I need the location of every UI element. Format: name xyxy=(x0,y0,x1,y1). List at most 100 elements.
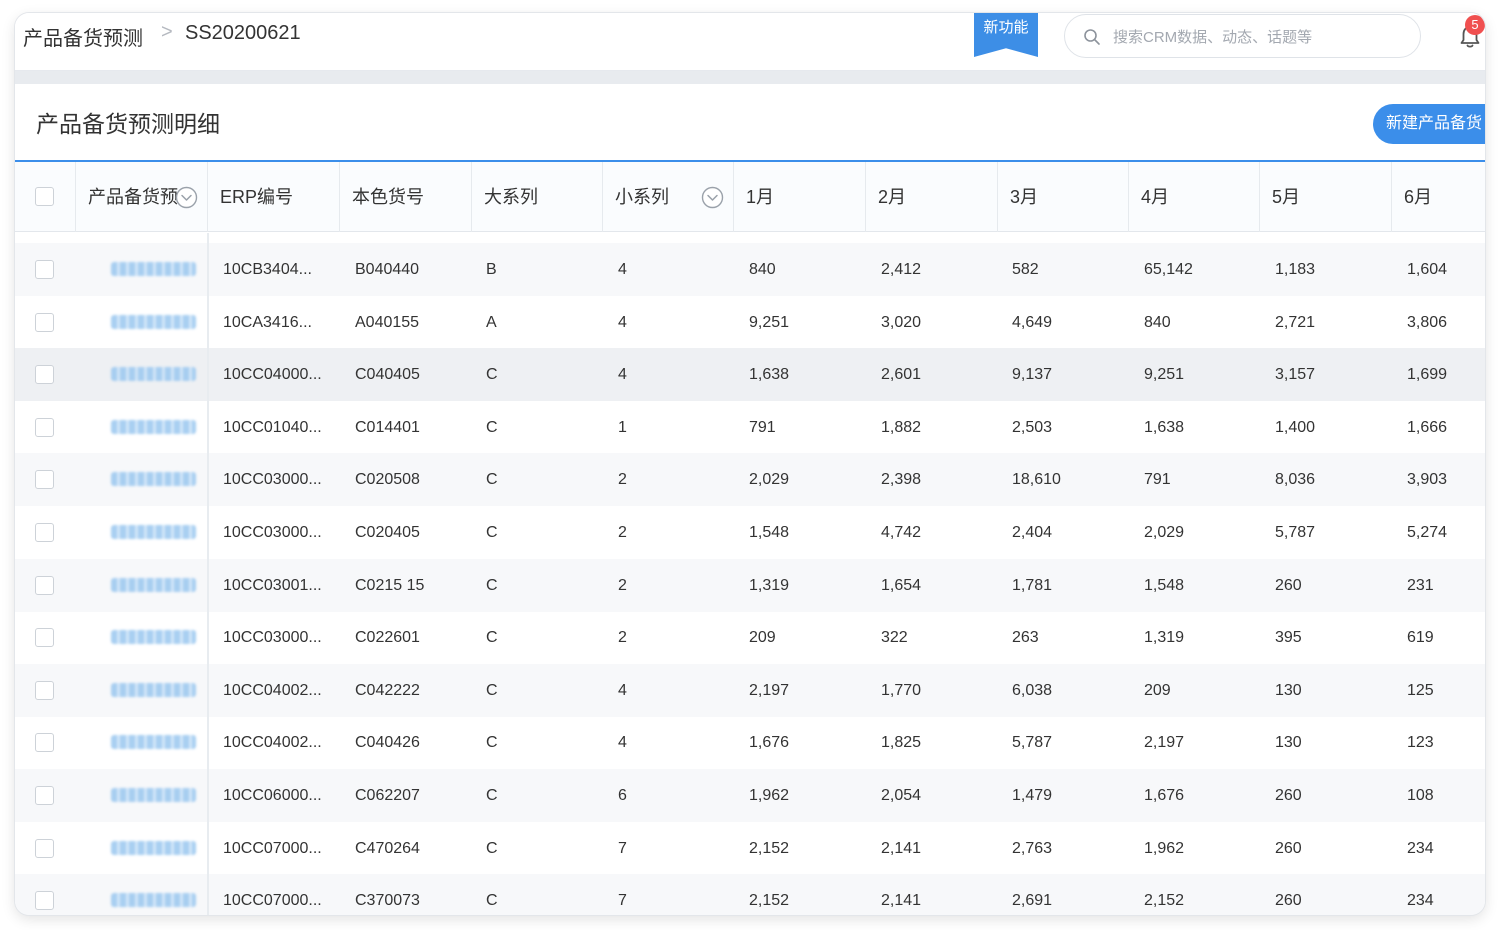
erp-cell: 10CC07000... xyxy=(223,839,322,857)
month-4-cell: 791 xyxy=(1144,471,1171,489)
erp-cell: 10CC03001... xyxy=(223,576,322,594)
row-checkbox[interactable] xyxy=(35,523,54,542)
new-forecast-button[interactable]: 新建产品备货 xyxy=(1373,104,1485,144)
month-5-cell: 260 xyxy=(1275,576,1302,594)
breadcrumb-parent[interactable]: 产品备货预测 xyxy=(23,22,143,51)
month-6-cell: 3,806 xyxy=(1407,313,1448,331)
color-no-cell: C022601 xyxy=(355,629,420,647)
month-3-cell: 1,781 xyxy=(1012,576,1053,594)
row-checkbox[interactable] xyxy=(35,312,54,332)
table-row[interactable]: 10CC03001... C0215 15 C 2 1,319 1,654 1,781 1,5… xyxy=(15,558,1485,612)
table-row[interactable]: 10CC03000... C022601 C 2 209 322 263 1,319 395 61… xyxy=(15,611,1485,664)
column-header-label: 5月 xyxy=(1272,187,1301,207)
product-forecast-link[interactable] xyxy=(111,262,196,276)
table-row[interactable]: 10CC06000... C062207 C 6 1,962 2,054 1,479 1,67… xyxy=(15,769,1485,822)
row-checkbox[interactable] xyxy=(35,575,54,595)
column-header-erp[interactable]: ERP编号 xyxy=(208,162,340,232)
filter-dropdown-icon[interactable] xyxy=(175,186,198,209)
month-1-cell: 2,152 xyxy=(749,892,790,910)
month-4-cell: 1,638 xyxy=(1144,418,1185,436)
column-header-month-2[interactable]: 2月 xyxy=(866,162,998,232)
header-divider xyxy=(15,71,1485,84)
column-header-label: 1月 xyxy=(746,187,775,207)
select-all-checkbox[interactable] xyxy=(35,187,54,206)
table-row[interactable]: 10CB3404... B040440 B 4 840 2,412 582 65,142 1,1… xyxy=(15,243,1485,296)
month-2-cell: 2,601 xyxy=(881,366,922,384)
product-forecast-link[interactable] xyxy=(111,577,196,592)
month-4-cell: 209 xyxy=(1144,681,1171,699)
table-row[interactable]: 10CA3416... A040155 A 4 9,251 3,020 4,649 840 2,… xyxy=(15,296,1485,349)
table-row[interactable]: 10CC04002... C040426 C 4 1,676 1,825 5,787 2,19… xyxy=(15,716,1485,769)
row-checkbox[interactable] xyxy=(35,470,54,490)
small-series-cell: 4 xyxy=(618,681,627,699)
product-forecast-link[interactable] xyxy=(111,314,196,329)
row-checkbox[interactable] xyxy=(35,891,54,911)
search-input[interactable] xyxy=(1113,25,1403,49)
product-forecast-link[interactable] xyxy=(111,788,196,802)
month-4-cell: 1,319 xyxy=(1144,629,1185,647)
row-checkbox[interactable] xyxy=(35,417,54,437)
month-1-cell: 791 xyxy=(749,418,776,436)
row-checkbox[interactable] xyxy=(35,628,54,648)
table-row[interactable]: 10CC04000... C040405 C 4 1,638 2,601 9,137 9,25… xyxy=(15,348,1485,402)
column-header-month-5[interactable]: 5月 xyxy=(1260,162,1392,232)
big-series-cell: C xyxy=(486,787,498,804)
row-checkbox[interactable] xyxy=(35,838,54,858)
big-series-cell: C xyxy=(486,576,498,594)
big-series-cell: C xyxy=(486,839,498,857)
product-forecast-link[interactable] xyxy=(111,419,196,434)
row-checkbox[interactable] xyxy=(35,786,54,805)
row-checkbox[interactable] xyxy=(35,260,54,279)
product-forecast-link[interactable] xyxy=(111,682,196,697)
row-checkbox[interactable] xyxy=(35,680,54,700)
column-header-label: 小系列 xyxy=(615,187,669,207)
row-checkbox[interactable] xyxy=(35,733,54,753)
month-6-cell: 234 xyxy=(1407,839,1434,857)
month-2-cell: 2,141 xyxy=(881,892,922,910)
product-forecast-link[interactable] xyxy=(111,893,196,908)
search-box[interactable] xyxy=(1064,14,1421,58)
month-1-cell: 209 xyxy=(749,629,776,647)
top-bar: 产品备货预测 > SS20200621 新功能 5 xyxy=(15,13,1485,71)
table-row[interactable]: 10CC01040... C014401 C 1 791 1,882 2,503 1,638 1… xyxy=(15,401,1485,454)
table-row[interactable]: 10CC03000... C020508 C 2 2,029 2,398 18,610 791… xyxy=(15,453,1485,507)
column-header-big-series[interactable]: 大系列 xyxy=(472,162,603,232)
product-forecast-link[interactable] xyxy=(111,735,196,750)
column-header-month-1[interactable]: 1月 xyxy=(734,162,866,232)
small-series-cell: 2 xyxy=(618,524,627,541)
table-row[interactable]: 10CC04002... C042222 C 4 2,197 1,770 6,038 209 1… xyxy=(15,663,1485,717)
column-header-label: 4月 xyxy=(1141,187,1170,207)
erp-cell: 10CB3404... xyxy=(223,261,312,278)
filter-dropdown-icon[interactable] xyxy=(701,186,724,209)
row-checkbox[interactable] xyxy=(35,365,54,385)
column-header-month-3[interactable]: 3月 xyxy=(998,162,1129,232)
product-forecast-link[interactable] xyxy=(111,525,196,539)
small-series-cell: 4 xyxy=(618,261,627,278)
color-no-cell: C020508 xyxy=(355,471,420,489)
month-2-cell: 2,054 xyxy=(881,787,922,804)
new-feature-ribbon[interactable]: 新功能 xyxy=(974,13,1038,57)
column-header-month-6[interactable]: 6月 xyxy=(1392,162,1485,232)
table-row[interactable]: 10CC07000... C370073 C 7 2,152 2,141 2,691 2,15… xyxy=(15,874,1485,915)
table-row[interactable]: 10CC03000... C020405 C 2 1,548 4,742 2,404 2,02… xyxy=(15,506,1485,559)
product-forecast-link[interactable] xyxy=(111,367,196,382)
small-series-cell: 4 xyxy=(618,734,627,752)
product-forecast-link[interactable] xyxy=(111,630,196,645)
product-forecast-link[interactable] xyxy=(111,840,196,855)
search-icon xyxy=(1084,29,1100,45)
table-row[interactable]: 10CC07000... C470264 C 7 2,152 2,141 2,763 1,96… xyxy=(15,822,1485,875)
select-all-cell xyxy=(15,162,76,232)
month-2-cell: 1,770 xyxy=(881,681,922,699)
month-2-cell: 3,020 xyxy=(881,313,922,331)
month-3-cell: 5,787 xyxy=(1012,734,1053,752)
month-6-cell: 3,903 xyxy=(1407,471,1448,489)
erp-cell: 10CC01040... xyxy=(223,418,322,436)
month-3-cell: 582 xyxy=(1012,261,1039,278)
month-4-cell: 2,152 xyxy=(1144,892,1185,910)
column-header-month-4[interactable]: 4月 xyxy=(1129,162,1260,232)
month-1-cell: 2,197 xyxy=(749,681,790,699)
column-header-color-no[interactable]: 本色货号 xyxy=(340,162,472,232)
product-forecast-link[interactable] xyxy=(111,472,196,487)
column-header-label: ERP编号 xyxy=(220,187,294,207)
month-3-cell: 263 xyxy=(1012,629,1039,647)
